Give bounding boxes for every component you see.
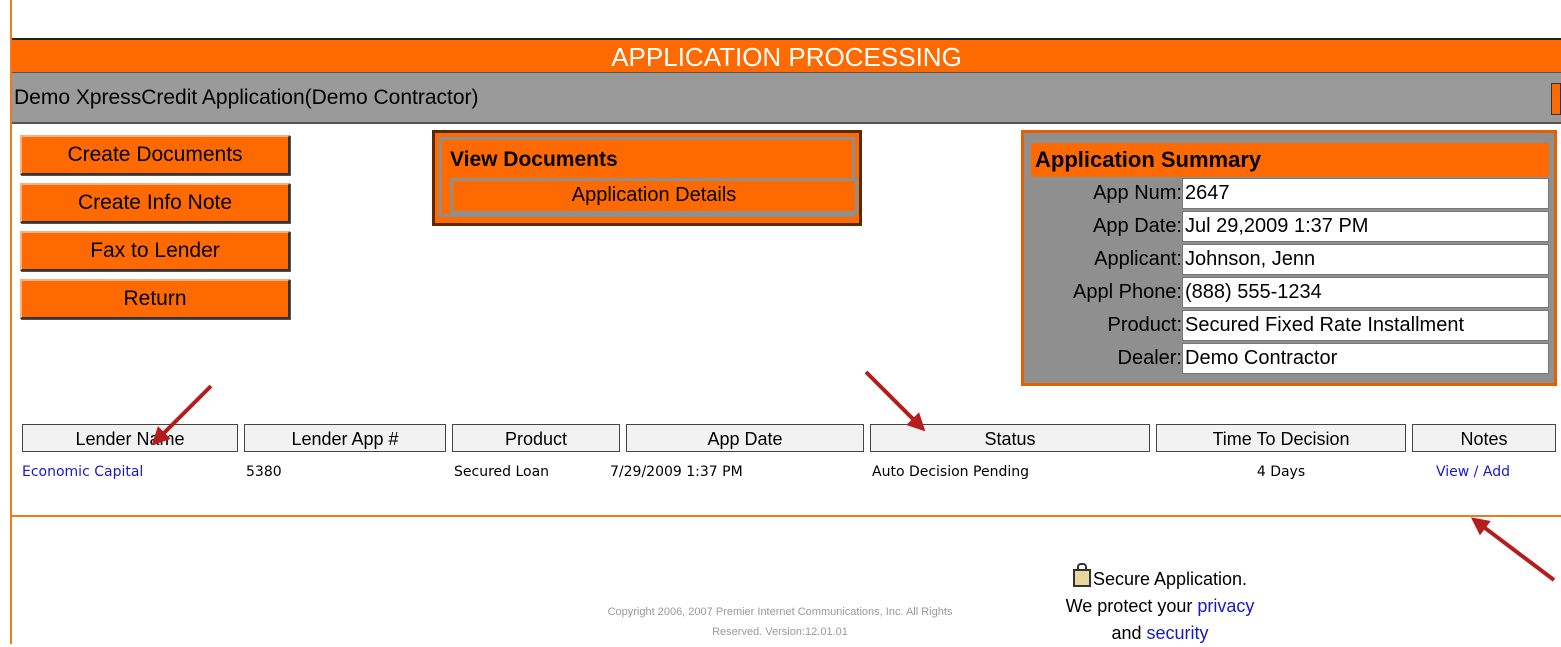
notes-cell: View / Add [1436,462,1510,482]
summary-row: App Date: Jul 29,2009 1:37 PM [1031,210,1549,243]
copyright-text: Copyright 2006, 2007 Premier Internet Co… [520,602,1040,642]
sub-bar-button[interactable] [1551,83,1561,115]
column-header-app-date[interactable]: App Date [626,424,864,452]
security-link[interactable]: security [1147,623,1209,643]
status-cell: Auto Decision Pending [872,464,1029,480]
privacy-link[interactable]: privacy [1197,596,1254,616]
notes-separator: / [1469,464,1483,480]
summary-value: 2647 [1182,178,1549,209]
view-documents-inner: View Documents Application Details [439,137,858,217]
secure-line-2: We protect your [1065,596,1198,616]
application-subtitle-bar: Demo XpressCredit Application(Demo Contr… [12,72,1561,124]
secure-line-1: Secure Application. [1092,569,1248,589]
lender-app-num: 5380 [246,464,282,480]
summary-row: Dealer: Demo Contractor [1031,342,1549,375]
summary-value: Jul 29,2009 1:37 PM [1182,211,1549,242]
summary-row: App Num: 2647 [1031,177,1549,210]
column-header-notes[interactable]: Notes [1412,424,1556,452]
notes-add-link[interactable]: Add [1483,464,1510,480]
summary-label: Dealer: [1117,347,1182,369]
summary-value: Secured Fixed Rate Installment [1182,310,1549,341]
copyright-line-1: Copyright 2006, 2007 Premier Internet Co… [607,606,953,618]
summary-label: Product: [1107,314,1182,336]
summary-row: Applicant: Johnson, Jenn [1031,243,1549,276]
fax-to-lender-button[interactable]: Fax to Lender [20,231,290,271]
lender-name-link[interactable]: Economic Capital [22,462,143,482]
product-cell: Secured Loan [454,464,550,480]
summary-label: App Date: [1093,215,1182,237]
summary-label: App Num: [1093,182,1182,204]
return-button[interactable]: Return [20,279,290,319]
summary-row: Appl Phone: (888) 555-1234 [1031,276,1549,309]
summary-label: Appl Phone: [1073,281,1182,303]
time-to-decision-cell: 4 Days [1256,464,1306,480]
summary-value: Johnson, Jenn [1182,244,1549,275]
summary-row: Product: Secured Fixed Rate Installment [1031,309,1549,342]
column-header-lender-name[interactable]: Lender Name [22,424,238,452]
application-summary-panel: Application Summary App Num: 2647 App Da… [1021,130,1557,386]
lock-icon [1072,563,1091,587]
copyright-line-2: Reserved. Version:12.01.01 [712,626,848,638]
summary-value: (888) 555-1234 [1182,277,1549,308]
secure-line-3: and [1111,623,1147,643]
page-title: APPLICATION PROCESSING [12,38,1561,72]
column-header-time-to-decision[interactable]: Time To Decision [1156,424,1406,452]
column-header-lender-app-num[interactable]: Lender App # [244,424,446,452]
divider [12,515,1561,517]
notes-view-link[interactable]: View [1436,464,1469,480]
annotation-arrow-icon [864,370,924,430]
create-documents-button[interactable]: Create Documents [20,135,290,175]
create-info-note-button[interactable]: Create Info Note [20,183,290,223]
summary-label: Applicant: [1094,248,1182,270]
summary-value: Demo Contractor [1182,343,1549,374]
annotation-arrow-icon [1472,518,1556,582]
secure-application-notice: Secure Application. We protect your priv… [1010,563,1310,647]
application-subtitle: Demo XpressCredit Application(Demo Contr… [14,86,479,109]
view-documents-title: View Documents [450,148,618,171]
application-summary-title: Application Summary [1031,143,1549,177]
column-header-product[interactable]: Product [452,424,620,452]
application-details-button[interactable]: Application Details [450,178,858,214]
view-documents-panel: View Documents Application Details [432,130,862,226]
app-date-cell: 7/29/2009 1:37 PM [610,464,743,480]
